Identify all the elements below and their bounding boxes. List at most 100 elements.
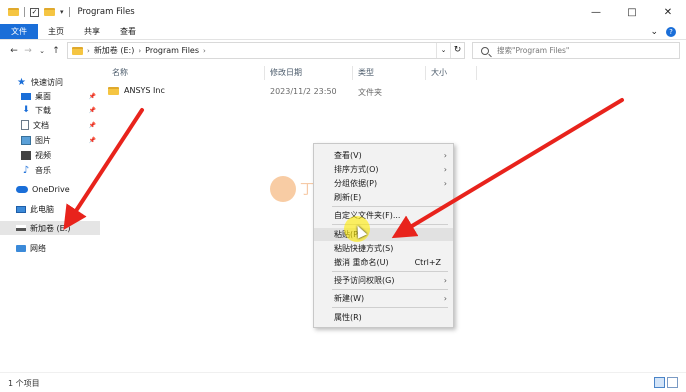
search-input[interactable]: 搜索"Program Files" — [472, 42, 680, 59]
sidebar-item-pictures[interactable]: 图片 📌 — [0, 133, 100, 147]
sidebar-item-label: 图片 — [35, 135, 51, 145]
submenu-arrow-icon: › — [443, 165, 447, 174]
help-icon[interactable]: ? — [666, 27, 676, 37]
sidebar-item-label: 文档 — [33, 120, 49, 130]
address-actions: ⌄ ↻ — [436, 43, 464, 58]
large-icons-view-icon[interactable] — [667, 377, 678, 388]
menu-separator — [332, 289, 448, 290]
search-icon — [481, 46, 489, 55]
menu-separator — [332, 206, 448, 207]
close-button[interactable]: ✕ — [650, 0, 686, 24]
menu-separator — [332, 271, 448, 272]
minimize-button[interactable]: — — [578, 0, 614, 24]
drive-icon — [16, 225, 26, 231]
sidebar-item-label: 音乐 — [35, 165, 51, 175]
sidebar-item-quick-access[interactable]: ★ 快速访问 — [0, 75, 100, 89]
folder-icon — [8, 8, 19, 16]
submenu-arrow-icon: › — [443, 151, 447, 160]
tab-share[interactable]: 共享 — [74, 24, 110, 39]
sidebar-item-drive-e[interactable]: 新加卷 (E:) — [0, 221, 100, 235]
pin-icon: 📌 — [88, 136, 96, 144]
computer-icon — [16, 205, 26, 213]
sidebar-item-label: 新加卷 (E:) — [30, 223, 71, 233]
menu-item-view[interactable]: 查看(V) › — [314, 149, 453, 162]
back-arrow-icon[interactable]: ← — [8, 46, 20, 56]
file-name-cell: ANSYS Inc — [108, 86, 165, 95]
search-placeholder: 搜索"Program Files" — [497, 46, 570, 55]
breadcrumb-separator: › — [87, 46, 90, 55]
menu-item-sort[interactable]: 排序方式(O) › — [314, 163, 453, 176]
column-header-date[interactable]: 修改日期 — [270, 67, 302, 79]
pin-icon: 📌 — [88, 121, 96, 129]
sidebar-item-label: OneDrive — [32, 184, 70, 194]
menu-item-group[interactable]: 分组依据(P) › — [314, 177, 453, 190]
menu-item-label: 属性(R) — [334, 313, 362, 322]
menu-item-new[interactable]: 新建(W) › — [314, 292, 453, 305]
sidebar-item-downloads[interactable]: ⬇ 下载 📌 — [0, 103, 100, 117]
tab-home[interactable]: 主页 — [38, 24, 74, 39]
download-icon: ⬇ — [22, 104, 30, 115]
tab-file[interactable]: 文件 — [0, 24, 38, 39]
breadcrumb-program-files[interactable]: Program Files — [145, 46, 199, 55]
sidebar-item-label: 快速访问 — [31, 77, 63, 87]
breadcrumb-drive-e[interactable]: 新加卷 (E:) — [94, 45, 135, 56]
file-type: 文件夹 — [358, 88, 382, 97]
desktop-icon — [21, 92, 31, 100]
menu-item-paste[interactable]: 粘贴(P) — [314, 228, 453, 241]
sidebar-item-this-pc[interactable]: 此电脑 — [0, 202, 100, 216]
address-dropdown-icon[interactable]: ⌄ — [436, 43, 450, 58]
sidebar-item-label: 此电脑 — [30, 204, 54, 214]
sidebar-item-network[interactable]: 网络 — [0, 241, 100, 255]
column-header-size[interactable]: 大小 — [431, 67, 447, 79]
sidebar-item-onedrive[interactable]: OneDrive — [0, 182, 100, 196]
network-icon — [16, 244, 26, 252]
menu-item-label: 撤消 重命名(U) — [334, 258, 389, 267]
qa-dropdown-icon[interactable]: ▾ — [60, 8, 64, 16]
menu-item-properties[interactable]: 属性(R) — [314, 311, 453, 324]
menu-item-grant-access[interactable]: 授予访问权限(G) › — [314, 274, 453, 287]
recent-locations-icon[interactable]: ⌄ — [36, 47, 48, 55]
menu-shortcut: Ctrl+Z — [414, 258, 441, 267]
address-bar[interactable]: › 新加卷 (E:) › Program Files › ⌄ ↻ — [67, 42, 465, 59]
window-title: Program Files — [77, 7, 135, 17]
column-divider[interactable] — [476, 66, 477, 80]
view-toggle — [654, 377, 678, 388]
tab-view[interactable]: 查看 — [110, 24, 146, 39]
details-view-icon[interactable] — [654, 377, 665, 388]
column-divider[interactable] — [264, 66, 265, 80]
music-icon: ♪ — [22, 164, 30, 176]
new-folder-icon[interactable] — [44, 8, 55, 16]
file-row[interactable]: ANSYS Inc 2023/11/2 23:50 文件夹 — [108, 84, 448, 99]
properties-check-icon[interactable]: ✓ — [30, 7, 39, 17]
column-divider[interactable] — [352, 66, 353, 80]
pin-icon: 📌 — [88, 106, 96, 114]
folder-icon — [72, 46, 83, 55]
menu-item-paste-shortcut[interactable]: 粘贴快捷方式(S) — [314, 242, 453, 255]
refresh-icon[interactable]: ↻ — [450, 43, 464, 58]
menu-item-label: 自定义文件夹(F)... — [334, 211, 401, 220]
breadcrumb-separator: › — [203, 46, 206, 55]
sidebar-item-videos[interactable]: 视频 — [0, 148, 100, 162]
ribbon-help-area: ⌄ ? — [650, 27, 676, 37]
column-header-name[interactable]: 名称 — [112, 67, 128, 79]
up-arrow-icon[interactable]: ↑ — [50, 46, 62, 56]
sidebar-item-desktop[interactable]: 桌面 📌 — [0, 89, 100, 103]
forward-arrow-icon[interactable]: → — [22, 46, 34, 56]
column-divider[interactable] — [425, 66, 426, 80]
menu-item-customize-folder[interactable]: 自定义文件夹(F)... — [314, 209, 453, 222]
menu-item-refresh[interactable]: 刷新(E) — [314, 191, 453, 204]
menu-item-label: 刷新(E) — [334, 193, 362, 202]
column-header-type[interactable]: 类型 — [358, 67, 374, 79]
sidebar-item-music[interactable]: ♪ 音乐 — [0, 163, 100, 177]
video-icon — [21, 150, 31, 160]
maximize-button[interactable]: □ — [614, 0, 650, 24]
menu-item-label: 查看(V) — [334, 151, 362, 160]
file-date: 2023/11/2 23:50 — [270, 87, 337, 96]
menu-item-undo-rename[interactable]: 撤消 重命名(U) Ctrl+Z — [314, 256, 453, 269]
ribbon-collapse-icon[interactable]: ⌄ — [650, 27, 658, 37]
cloud-icon — [16, 185, 28, 193]
toolbar-divider — [68, 7, 70, 17]
picture-icon — [21, 135, 31, 145]
sidebar-item-documents[interactable]: 文档 📌 — [0, 118, 100, 132]
menu-item-label: 排序方式(O) — [334, 165, 379, 174]
